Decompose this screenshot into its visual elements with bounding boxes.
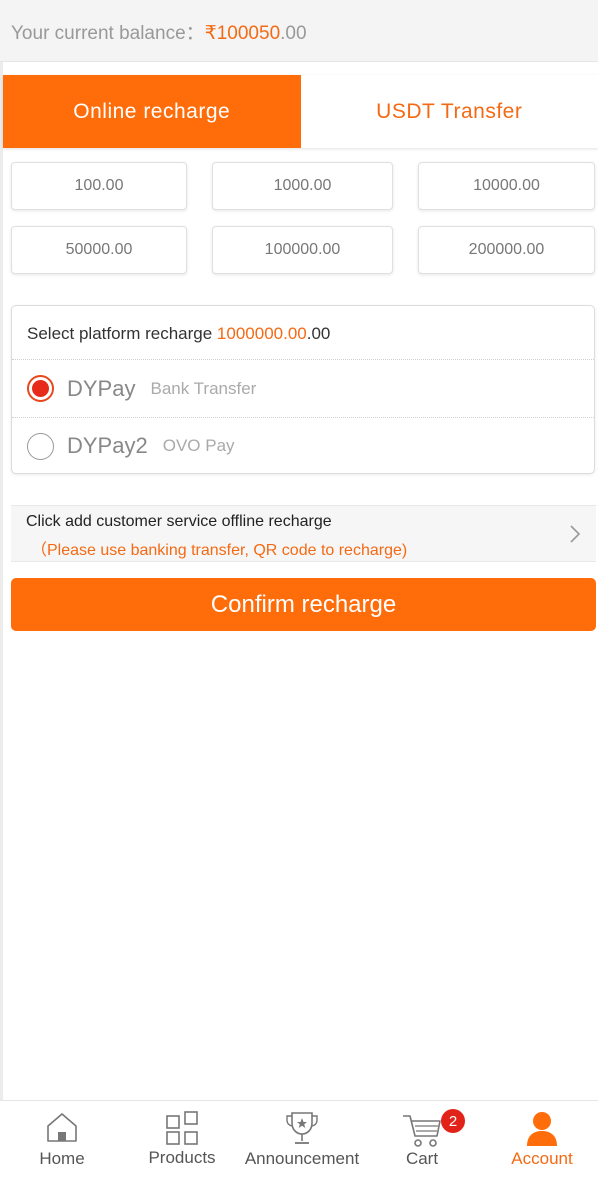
balance-amount: 100050 bbox=[216, 23, 281, 44]
radio-unselected-icon[interactable] bbox=[27, 432, 54, 460]
balance-currency: ₹ bbox=[204, 23, 217, 44]
nav-item-account[interactable]: Account bbox=[482, 1101, 598, 1200]
recharge-tabs: Online recharge USDT Transfer bbox=[3, 75, 598, 148]
radio-selected-icon[interactable] bbox=[27, 375, 54, 402]
amount-option[interactable]: 1000.00 bbox=[212, 162, 393, 210]
platform-selector: Select platform recharge 1000000.00.00 D… bbox=[11, 305, 595, 474]
nav-item-products[interactable]: Products bbox=[122, 1101, 242, 1200]
home-icon bbox=[47, 1113, 77, 1142]
amount-option[interactable]: 100.00 bbox=[11, 162, 187, 210]
user-icon bbox=[527, 1112, 557, 1146]
platform-option-sub: OVO Pay bbox=[162, 436, 235, 455]
customer-service-link[interactable]: Click add customer service offline recha… bbox=[11, 505, 596, 562]
platform-option-dypay2[interactable]: DYPay2 OVO Pay bbox=[12, 417, 594, 474]
platform-title-prefix: Select platform recharge bbox=[27, 324, 217, 343]
customer-service-title: Click add customer service offline recha… bbox=[26, 513, 332, 530]
nav-item-home[interactable]: Home bbox=[2, 1101, 122, 1200]
customer-service-note: （Please use banking transfer, QR code to… bbox=[31, 542, 408, 559]
nav-item-cart[interactable]: 2 Cart bbox=[362, 1101, 482, 1200]
platform-title-amount: 1000000.00 bbox=[216, 324, 307, 343]
tab-online-recharge[interactable]: Online recharge bbox=[3, 75, 301, 148]
amount-option[interactable]: 200000.00 bbox=[418, 226, 595, 274]
nav-item-announcement[interactable]: Announcement bbox=[242, 1101, 362, 1200]
amount-option[interactable]: 10000.00 bbox=[418, 162, 595, 210]
balance-decimals: .00 bbox=[280, 23, 307, 44]
platform-title-suffix: .00 bbox=[306, 324, 331, 343]
platform-option-name: DYPay bbox=[67, 375, 136, 401]
cart-icon bbox=[403, 1115, 441, 1147]
balance-bar: Your current balance：₹100050.00 bbox=[0, 0, 598, 62]
tab-usdt-transfer[interactable]: USDT Transfer bbox=[300, 75, 598, 148]
nav-label: Products bbox=[148, 1148, 216, 1167]
nav-label: Cart bbox=[405, 1149, 439, 1168]
page-left-edge bbox=[0, 62, 3, 1100]
platform-option-sub: Bank Transfer bbox=[150, 378, 257, 398]
chevron-right-icon bbox=[570, 525, 581, 543]
platform-option-dypay[interactable]: DYPay Bank Transfer bbox=[12, 360, 594, 417]
trophy-icon bbox=[286, 1112, 318, 1144]
confirm-recharge-button[interactable]: Confirm recharge bbox=[11, 578, 596, 631]
grid-icon bbox=[166, 1111, 198, 1145]
amount-option[interactable]: 50000.00 bbox=[11, 226, 187, 274]
cart-badge: 2 bbox=[441, 1109, 465, 1133]
nav-label: Account bbox=[511, 1149, 573, 1168]
platform-title: Select platform recharge 1000000.00.00 bbox=[12, 306, 594, 360]
platform-option-name: DYPay2 bbox=[67, 433, 148, 458]
amount-option[interactable]: 100000.00 bbox=[212, 226, 393, 274]
nav-label: Announcement bbox=[244, 1149, 360, 1168]
balance-label: Your current balance： bbox=[11, 23, 205, 44]
bottom-nav: Home Products Announcement 2 Cart Accoun… bbox=[0, 1100, 598, 1200]
